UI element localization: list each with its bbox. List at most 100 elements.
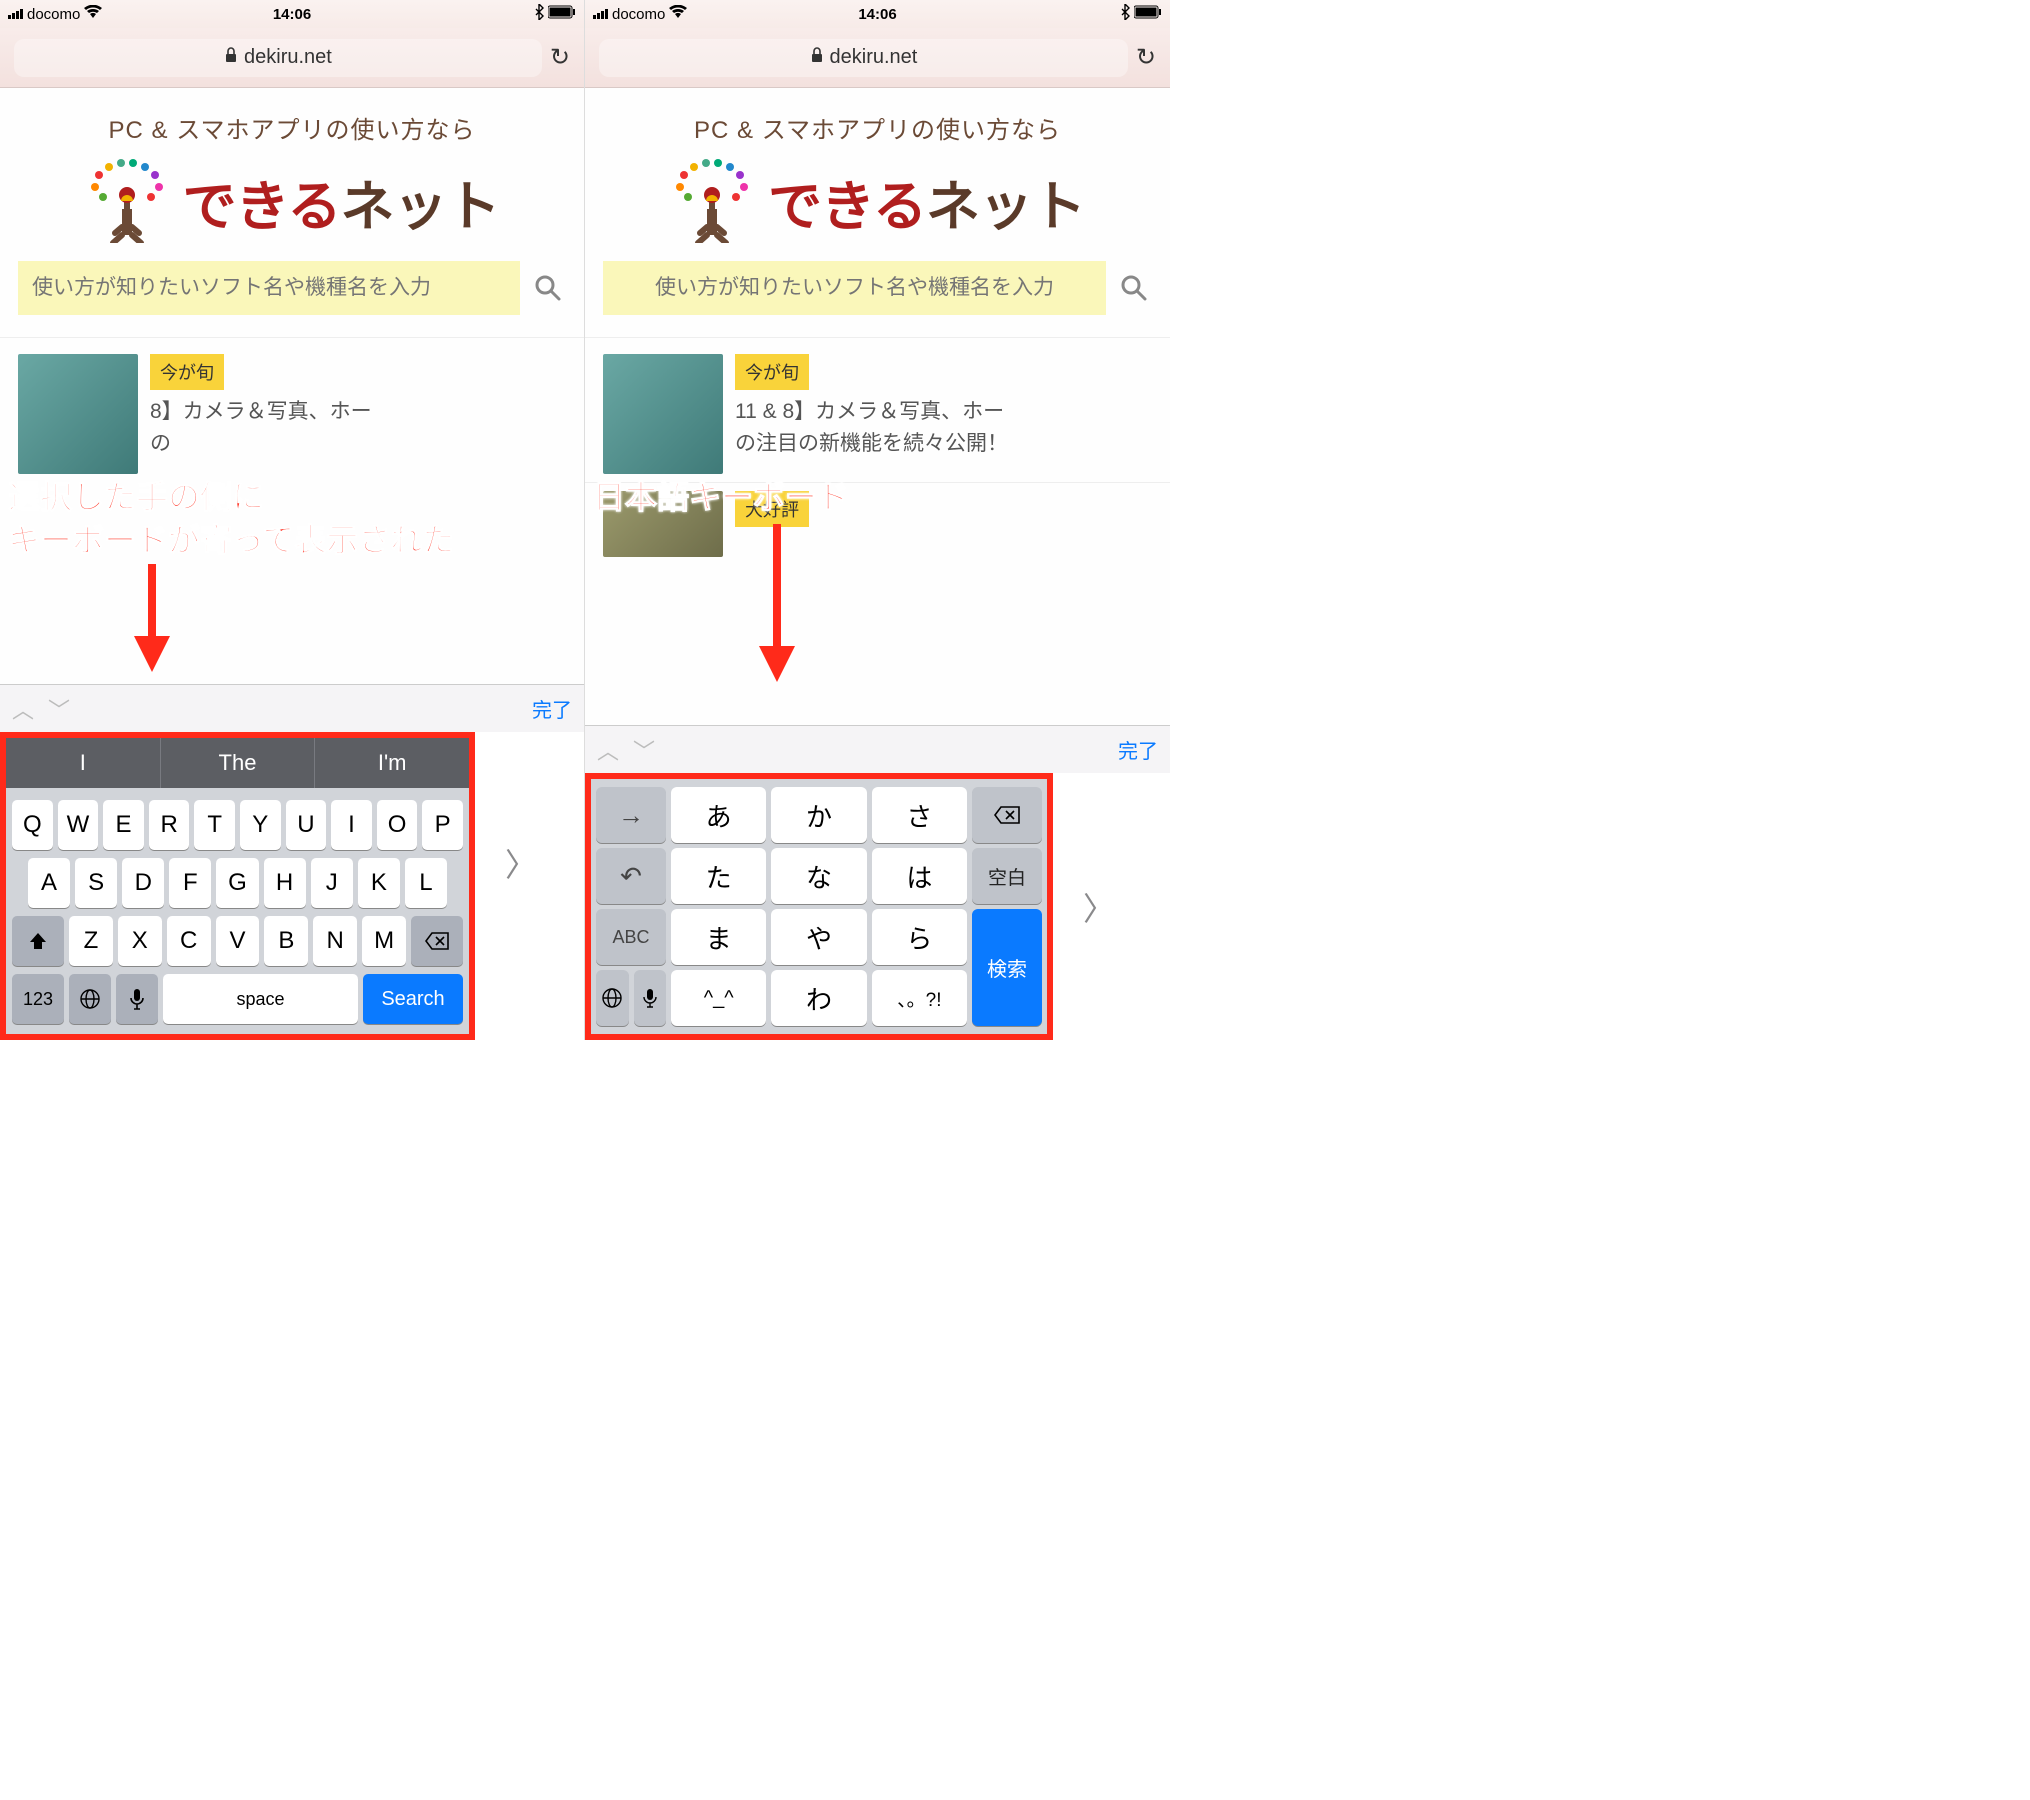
suggestion[interactable]: I'm	[315, 738, 469, 788]
key-q[interactable]: Q	[12, 800, 53, 850]
key-ra[interactable]: ら	[872, 909, 967, 965]
suggestion[interactable]: I	[6, 738, 161, 788]
tagline: PC & スマホアプリの使い方なら	[0, 88, 584, 155]
battery-icon	[1134, 5, 1162, 23]
signal-icon	[8, 9, 23, 19]
keyboard-toolbar: ︿ ﹀ 完了	[585, 725, 1170, 773]
key-emoji[interactable]: ^_^	[671, 970, 766, 1026]
next-candidate-key[interactable]: →	[596, 787, 666, 843]
key-ya[interactable]: や	[771, 909, 866, 965]
key-ta[interactable]: た	[671, 848, 766, 904]
clock: 14:06	[273, 6, 311, 23]
key-m[interactable]: M	[362, 916, 406, 966]
carrier-label: docomo	[27, 6, 80, 23]
search-input[interactable]	[18, 261, 520, 315]
keyboard-japanese: → あ か さ ↶ た な は 空白 ABC ま や ら	[585, 773, 1053, 1040]
signal-icon	[593, 9, 608, 19]
done-button[interactable]: 完了	[1118, 735, 1158, 764]
key-s[interactable]: S	[75, 858, 117, 908]
key-k[interactable]: K	[358, 858, 400, 908]
key-u[interactable]: U	[286, 800, 327, 850]
wifi-icon	[84, 5, 102, 23]
webpage: PC & スマホアプリの使い方なら できるネット 今が旬 8】カメラ＆写真、ホー…	[0, 88, 584, 684]
key-o[interactable]: O	[377, 800, 418, 850]
lock-icon	[224, 46, 238, 69]
key-y[interactable]: Y	[240, 800, 281, 850]
key-b[interactable]: B	[264, 916, 308, 966]
key-x[interactable]: X	[118, 916, 162, 966]
shift-key[interactable]	[12, 916, 64, 966]
url-field[interactable]: dekiru.net	[599, 39, 1128, 77]
url-bar[interactable]: dekiru.net ↻	[0, 28, 584, 88]
keyboard-expand-icon[interactable]: 〉	[475, 840, 567, 886]
backspace-key[interactable]	[411, 916, 463, 966]
key-w[interactable]: W	[58, 800, 99, 850]
carrier-label: docomo	[612, 6, 665, 23]
keyboard-expand-icon[interactable]: 〉	[1053, 884, 1145, 930]
undo-key[interactable]: ↶	[596, 848, 666, 904]
key-r[interactable]: R	[149, 800, 190, 850]
key-ka[interactable]: か	[771, 787, 866, 843]
article-tag: 今が旬	[150, 354, 224, 390]
space-key[interactable]: space	[163, 974, 358, 1024]
key-ma[interactable]: ま	[671, 909, 766, 965]
done-button[interactable]: 完了	[532, 694, 572, 723]
suggestion[interactable]: The	[161, 738, 316, 788]
reload-icon[interactable]: ↻	[550, 43, 570, 72]
search-key-jp[interactable]: 検索	[972, 909, 1042, 1026]
site-logo[interactable]: できるネット	[585, 155, 1170, 261]
article-item[interactable]: 今が旬 11 & 8】カメラ＆写真、ホーの注目の新機能を続々公開！	[585, 337, 1170, 482]
key-a[interactable]: あ	[671, 787, 766, 843]
mic-key[interactable]	[634, 970, 667, 1026]
globe-key[interactable]	[69, 974, 111, 1024]
key-p[interactable]: P	[422, 800, 463, 850]
key-l[interactable]: L	[405, 858, 447, 908]
prev-field-icon[interactable]: ︿	[597, 734, 619, 766]
key-z[interactable]: Z	[69, 916, 113, 966]
article-tag: 今が旬	[735, 354, 809, 390]
article-thumb	[18, 354, 138, 474]
phone-right: docomo 14:06 dekiru.net ↻ PC & スマホアプリの使い…	[585, 0, 1170, 1040]
key-wa[interactable]: わ	[771, 970, 866, 1026]
key-e[interactable]: E	[103, 800, 144, 850]
key-n[interactable]: N	[313, 916, 357, 966]
url-domain: dekiru.net	[244, 46, 332, 69]
reload-icon[interactable]: ↻	[1136, 43, 1156, 72]
keyboard-english: I The I'm Q W E R T Y U I O P	[0, 732, 475, 1040]
next-field-icon[interactable]: ﹀	[633, 734, 655, 766]
key-d[interactable]: D	[122, 858, 164, 908]
url-field[interactable]: dekiru.net	[14, 39, 542, 77]
key-a[interactable]: A	[28, 858, 70, 908]
key-g[interactable]: G	[216, 858, 258, 908]
article-thumb	[603, 354, 723, 474]
key-t[interactable]: T	[194, 800, 235, 850]
key-na[interactable]: な	[771, 848, 866, 904]
next-field-icon[interactable]: ﹀	[48, 693, 70, 725]
space-key-jp[interactable]: 空白	[972, 848, 1042, 904]
mic-key[interactable]	[116, 974, 158, 1024]
key-sa[interactable]: さ	[872, 787, 967, 843]
key-j[interactable]: J	[311, 858, 353, 908]
key-punc[interactable]: 、。?!	[872, 970, 967, 1026]
backspace-key[interactable]	[972, 787, 1042, 843]
key-i[interactable]: I	[331, 800, 372, 850]
logo-wordmark: できるネット	[183, 162, 500, 241]
site-logo[interactable]: できるネット	[0, 155, 584, 261]
prev-field-icon[interactable]: ︿	[12, 693, 34, 725]
webpage: PC & スマホアプリの使い方なら できるネット 今が旬 11 & 8】カメラ＆…	[585, 88, 1170, 725]
search-key[interactable]: Search	[363, 974, 463, 1024]
search-input[interactable]	[603, 261, 1106, 315]
numswitch-key[interactable]: 123	[12, 974, 64, 1024]
globe-key[interactable]	[596, 970, 629, 1026]
key-h[interactable]: H	[264, 858, 306, 908]
bluetooth-icon	[534, 4, 544, 24]
search-icon[interactable]	[1116, 270, 1152, 306]
abc-switch-key[interactable]: ABC	[596, 909, 666, 965]
search-icon[interactable]	[530, 270, 566, 306]
key-f[interactable]: F	[169, 858, 211, 908]
article-item[interactable]: 今が旬 8】カメラ＆写真、ホーの	[0, 337, 584, 482]
key-c[interactable]: C	[167, 916, 211, 966]
key-ha[interactable]: は	[872, 848, 967, 904]
url-bar[interactable]: dekiru.net ↻	[585, 28, 1170, 88]
key-v[interactable]: V	[216, 916, 260, 966]
